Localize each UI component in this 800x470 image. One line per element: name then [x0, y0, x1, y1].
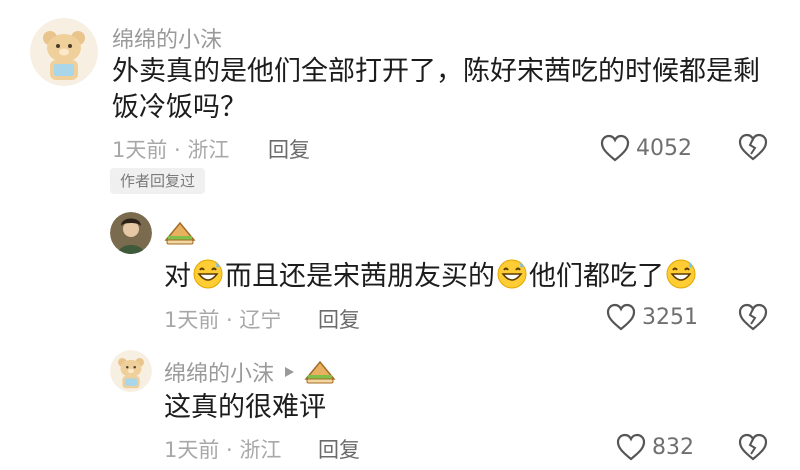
- reply-meta: 1天前 · 浙江: [164, 438, 282, 462]
- like-button[interactable]: 3251: [606, 303, 698, 331]
- dislike-button[interactable]: [738, 302, 768, 336]
- reply-meta: 1天前 · 辽宁: [164, 308, 282, 332]
- reply-header: 绵绵的小沫: [164, 356, 336, 388]
- grinning-sweat-emoji-icon: [193, 259, 223, 289]
- heart-outline-icon: [600, 134, 630, 162]
- comment-text: 外卖真的是他们全部打开了，陈好宋茜吃的时候都是剩饭冷饭吗？: [112, 56, 760, 123]
- broken-heart-icon: [738, 433, 768, 461]
- triangle-right-icon: [285, 367, 295, 377]
- grinning-sweat-emoji-icon: [497, 259, 527, 289]
- author-avatar[interactable]: [110, 212, 152, 254]
- comment-meta: 1天前 · 浙江: [112, 138, 230, 162]
- sandwich-sticker-icon: [164, 220, 196, 250]
- reply-button[interactable]: 回复: [318, 304, 360, 334]
- reply-text-part: 对: [164, 261, 191, 292]
- dislike-button[interactable]: [738, 132, 768, 166]
- comment-username[interactable]: 绵绵的小沫: [112, 22, 222, 54]
- like-count: 3251: [642, 304, 698, 330]
- reply-button[interactable]: 回复: [268, 134, 310, 164]
- reply-text: 这真的很难评: [164, 392, 326, 423]
- reply-text-part: 而且还是宋茜朋友买的: [225, 261, 495, 292]
- like-count: 832: [652, 434, 694, 460]
- like-count: 4052: [636, 135, 692, 161]
- reply-username[interactable]: 绵绵的小沫: [164, 356, 274, 388]
- heart-outline-icon: [616, 433, 646, 461]
- like-button[interactable]: 4052: [600, 134, 692, 162]
- reply-button[interactable]: 回复: [318, 434, 360, 464]
- like-button[interactable]: 832: [616, 433, 694, 461]
- reply-text-part: 他们都吃了: [529, 261, 664, 292]
- heart-outline-icon: [606, 303, 636, 331]
- broken-heart-icon: [738, 303, 768, 331]
- reply-text: 对 而且还是宋茜朋友买的 他们都吃了: [164, 258, 774, 295]
- grinning-sweat-emoji-icon: [666, 259, 696, 289]
- author-replied-badge: 作者回复过: [110, 168, 206, 194]
- sandwich-sticker-icon: [304, 360, 336, 384]
- dislike-button[interactable]: [738, 432, 768, 466]
- broken-heart-icon: [738, 133, 768, 161]
- user-avatar-bear[interactable]: [110, 350, 152, 392]
- user-avatar-bear[interactable]: [30, 18, 98, 86]
